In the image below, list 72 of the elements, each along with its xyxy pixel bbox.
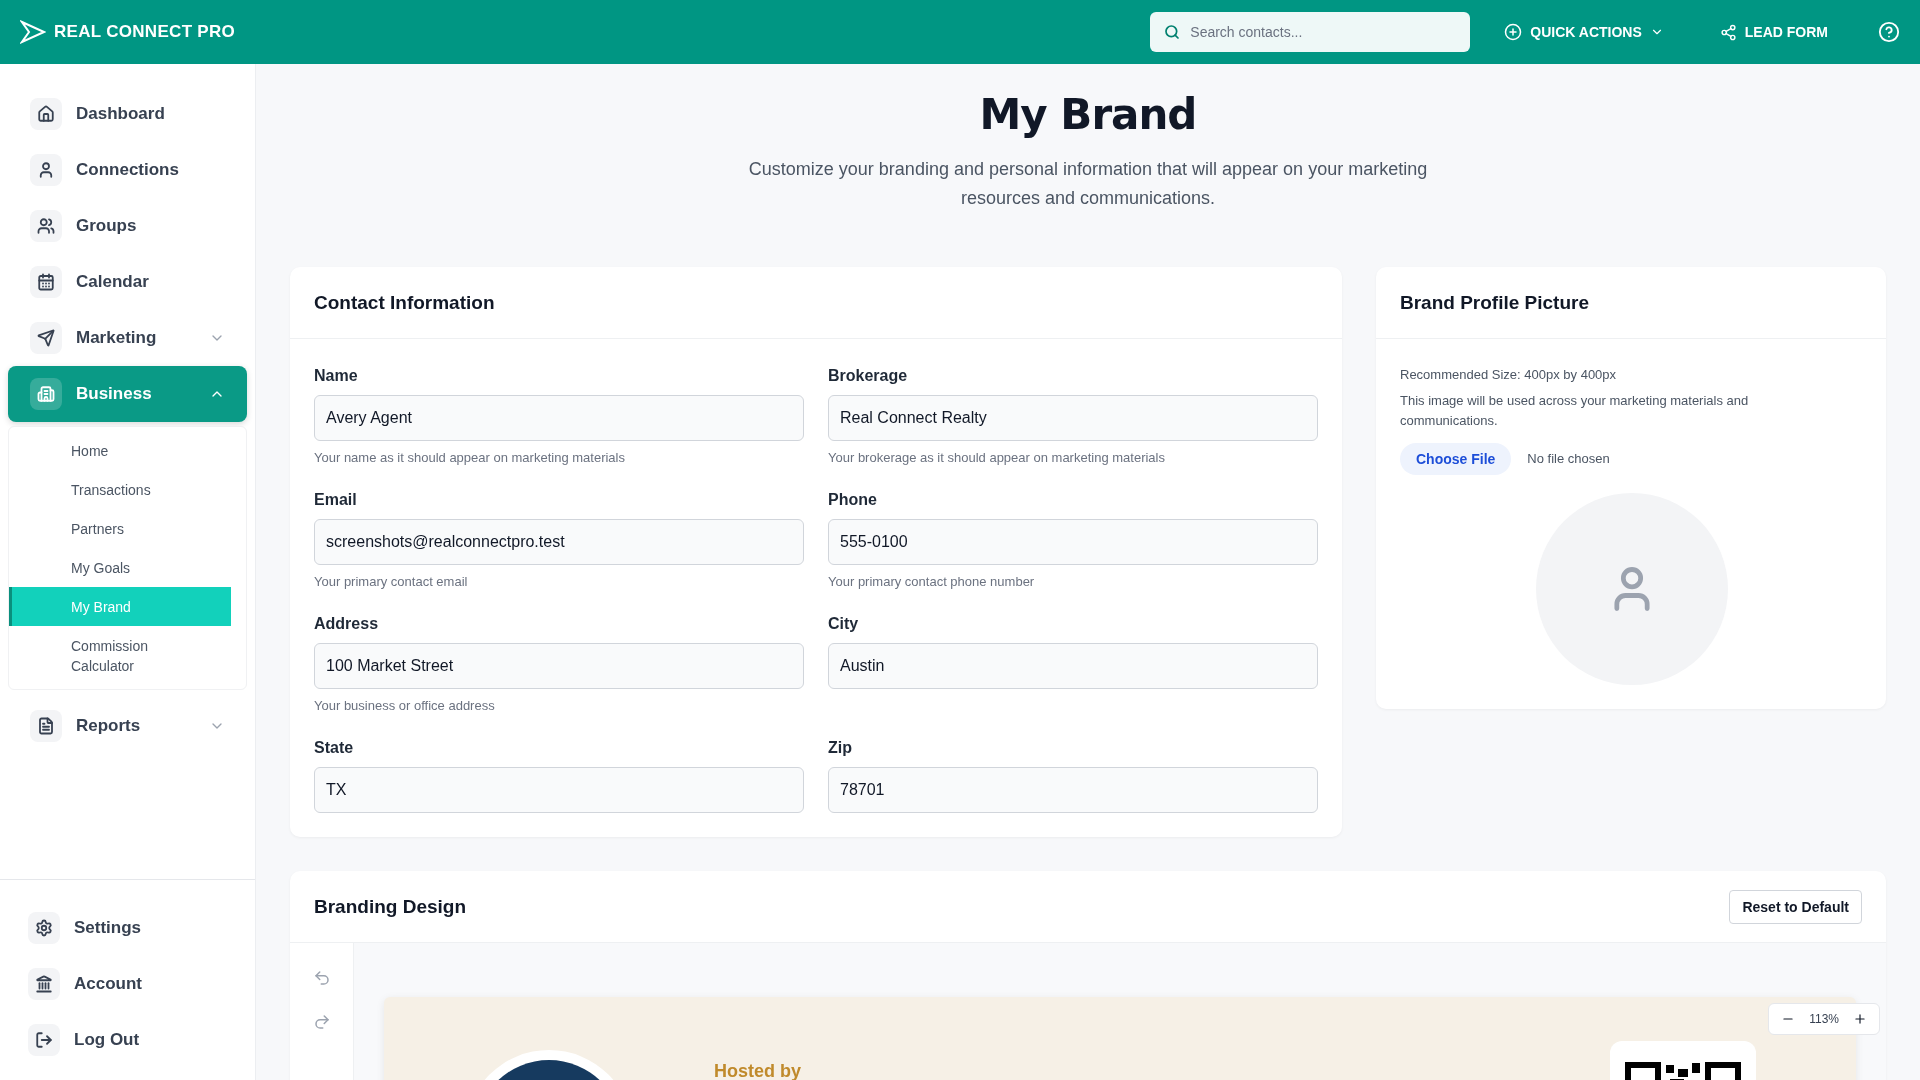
input-field[interactable]: screenshots@realconnectpro.test (314, 519, 804, 565)
reset-button[interactable]: Reset to Default (1729, 889, 1862, 924)
field-hint: Your business or office address (314, 698, 496, 713)
size-note: Recommended Size: 400px by 400px (1400, 366, 1618, 384)
bank-icon (28, 968, 60, 1000)
input-field[interactable]: Austin (828, 643, 1318, 689)
sidebar-item[interactable]: Settings (24, 900, 231, 956)
description-text: This image will be used across your marketing materials and communications. (1400, 392, 1750, 430)
submenu-item[interactable]: My Goals (9, 548, 231, 587)
input-field[interactable]: Real Connect Realty (828, 395, 1318, 441)
card-title: Contact Information (314, 291, 495, 314)
field-label: Zip (828, 739, 853, 757)
send-icon (30, 322, 62, 354)
field-label: Phone (828, 491, 878, 509)
lead-form-button[interactable]: LEAD FORM (1719, 23, 1828, 41)
input-field[interactable]: Avery Agent (314, 395, 804, 441)
redo-icon[interactable] (312, 1013, 331, 1031)
plus-icon (1853, 1012, 1867, 1026)
logout-icon (28, 1024, 60, 1056)
share-icon (1719, 23, 1737, 41)
file-status: No file chosen (1527, 450, 1610, 468)
submenu-item[interactable]: Home (9, 431, 231, 470)
page-subtitle: Customize your branding and personal information that will appear on your marketing resources and communications. (747, 158, 1429, 210)
calendar-icon (30, 266, 62, 298)
sidebar-item[interactable]: Reports (8, 698, 247, 754)
search-field[interactable]: Search contacts... (1150, 12, 1471, 52)
sidebar-item[interactable]: Account (24, 956, 231, 1012)
card-title: Brand Profile Picture (1400, 291, 1589, 314)
submenu-item[interactable]: Commission Calculator (9, 626, 231, 685)
input-field[interactable]: 100 Market Street (314, 643, 804, 689)
zoom-level: 113% (1809, 1012, 1839, 1026)
field-hint: Your primary contact email (314, 574, 469, 589)
home-icon (30, 98, 62, 130)
search-icon (1164, 24, 1181, 40)
sidebar-item[interactable]: Log Out (24, 1012, 231, 1068)
sidebar-item[interactable]: Business (8, 366, 247, 422)
input-field[interactable]: 555-0100 (828, 519, 1318, 565)
field-label: Email (314, 491, 358, 509)
field-label: State (314, 739, 355, 757)
page-title: My Brand (978, 90, 1198, 139)
sidebar-item[interactable]: Calendar (8, 254, 247, 310)
help-button[interactable] (1878, 21, 1900, 43)
submenu-item[interactable]: Transactions (9, 470, 231, 509)
brand-name: REAL CONNECT PRO (54, 22, 236, 42)
submenu-item[interactable]: Partners (9, 509, 231, 548)
people-icon (30, 210, 62, 242)
field-hint: Your primary contact phone number (828, 574, 1036, 589)
plus-circle-icon (1504, 23, 1523, 41)
sidebar-item[interactable]: Dashboard (8, 86, 247, 142)
field-label: Brokerage (828, 367, 909, 385)
card-title: Branding Design (314, 895, 466, 918)
quick-actions-button[interactable]: QUICK ACTIONS (1504, 23, 1664, 41)
field-hint: Your brokerage as it should appear on marketing materials (828, 450, 1166, 465)
sidebar-item[interactable]: Groups (8, 198, 247, 254)
sidebar-item[interactable]: Connections (8, 142, 247, 198)
input-field[interactable]: TX (314, 767, 804, 813)
zoom-in-button[interactable] (1853, 1012, 1867, 1026)
hosted-by-label: Hosted by (714, 1061, 801, 1080)
input-field[interactable]: 78701 (828, 767, 1318, 813)
undo-icon[interactable] (312, 969, 331, 987)
settings-icon (28, 912, 60, 944)
field-label: Name (314, 367, 359, 385)
logo-icon (20, 20, 46, 44)
sidebar-item[interactable]: Marketing (8, 310, 247, 366)
person-icon (30, 154, 62, 186)
field-label: Address (314, 615, 380, 633)
choose-file-button[interactable]: Choose File (1400, 443, 1512, 475)
field-label: City (828, 615, 860, 633)
building-icon (30, 378, 62, 410)
document-icon (30, 710, 62, 742)
help-icon (1878, 21, 1900, 43)
field-hint: Your name as it should appear on marketing materials (314, 450, 626, 465)
